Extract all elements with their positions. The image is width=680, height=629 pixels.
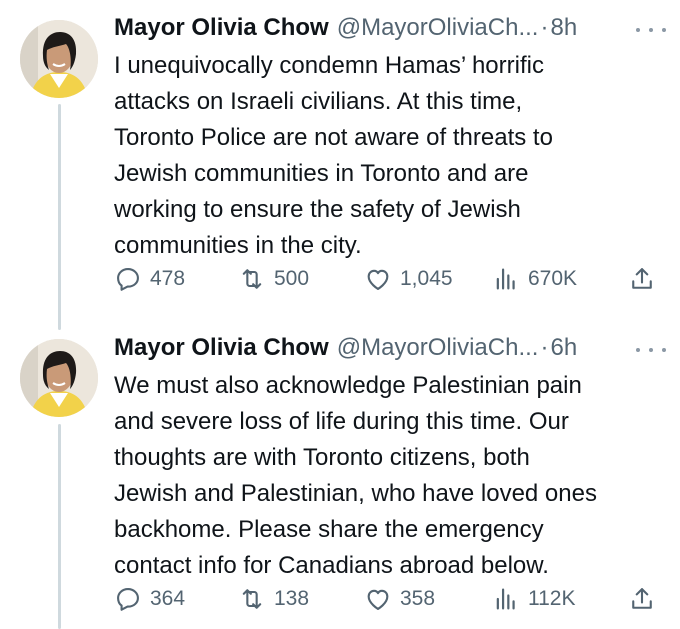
tweet-header: Mayor Olivia Chow @MayorOliviaCh... · 6h <box>114 334 666 366</box>
tweet[interactable]: Mayor Olivia Chow @MayorOliviaCh... · 8h… <box>0 0 680 320</box>
repost-count: 500 <box>274 267 310 290</box>
reply-button[interactable]: 364 <box>114 584 185 614</box>
share-icon <box>632 588 652 609</box>
more-icon[interactable] <box>636 20 666 40</box>
tweet-text: I unequivocally condemn Hamas’ horrific … <box>114 52 553 259</box>
tweet-header: Mayor Olivia Chow @MayorOliviaCh... · 8h <box>114 14 666 46</box>
action-bar: 478 500 1,045 670K <box>114 264 660 294</box>
repost-icon <box>242 589 262 609</box>
more-icon[interactable] <box>636 340 666 360</box>
avatar[interactable] <box>20 20 98 98</box>
share-button[interactable] <box>628 584 664 614</box>
reply-count: 364 <box>150 587 186 610</box>
display-name[interactable]: Mayor Olivia Chow <box>114 14 329 42</box>
reply-icon <box>117 268 139 291</box>
avatar[interactable] <box>20 339 98 417</box>
like-icon <box>367 269 389 290</box>
views-icon <box>496 588 515 610</box>
avatar-photo <box>20 20 98 98</box>
repost-button[interactable]: 500 <box>238 264 309 294</box>
share-icon <box>632 268 652 289</box>
separator-dot: · <box>540 14 549 41</box>
avatar-photo <box>20 339 98 417</box>
views-button[interactable]: 670K <box>492 264 577 294</box>
like-count: 1,045 <box>400 267 453 290</box>
repost-count: 138 <box>274 587 310 610</box>
action-bar: 364 138 358 112K <box>114 584 660 614</box>
like-icon <box>367 589 389 610</box>
reply-count: 478 <box>150 267 186 290</box>
views-count: 112K <box>528 587 576 610</box>
like-count: 358 <box>400 587 436 610</box>
views-button[interactable]: 112K <box>492 584 576 614</box>
like-button[interactable]: 358 <box>364 584 435 614</box>
separator-dot: · <box>540 334 549 361</box>
reply-icon <box>117 588 139 611</box>
repost-button[interactable]: 138 <box>238 584 309 614</box>
tweet-text: We must also acknowledge Palestinian pai… <box>114 372 597 579</box>
user-handle[interactable]: @MayorOliviaCh... <box>337 334 539 362</box>
views-count: 670K <box>528 267 578 290</box>
share-button[interactable] <box>628 264 664 294</box>
views-icon <box>496 268 515 290</box>
reply-button[interactable]: 478 <box>114 264 185 294</box>
repost-icon <box>242 269 262 289</box>
tweet[interactable]: Mayor Olivia Chow @MayorOliviaCh... · 6h… <box>0 322 680 629</box>
like-button[interactable]: 1,045 <box>364 264 453 294</box>
user-handle[interactable]: @MayorOliviaCh... <box>337 14 539 42</box>
timestamp[interactable]: 6h <box>550 334 577 362</box>
timestamp[interactable]: 8h <box>550 14 577 42</box>
display-name[interactable]: Mayor Olivia Chow <box>114 334 329 362</box>
